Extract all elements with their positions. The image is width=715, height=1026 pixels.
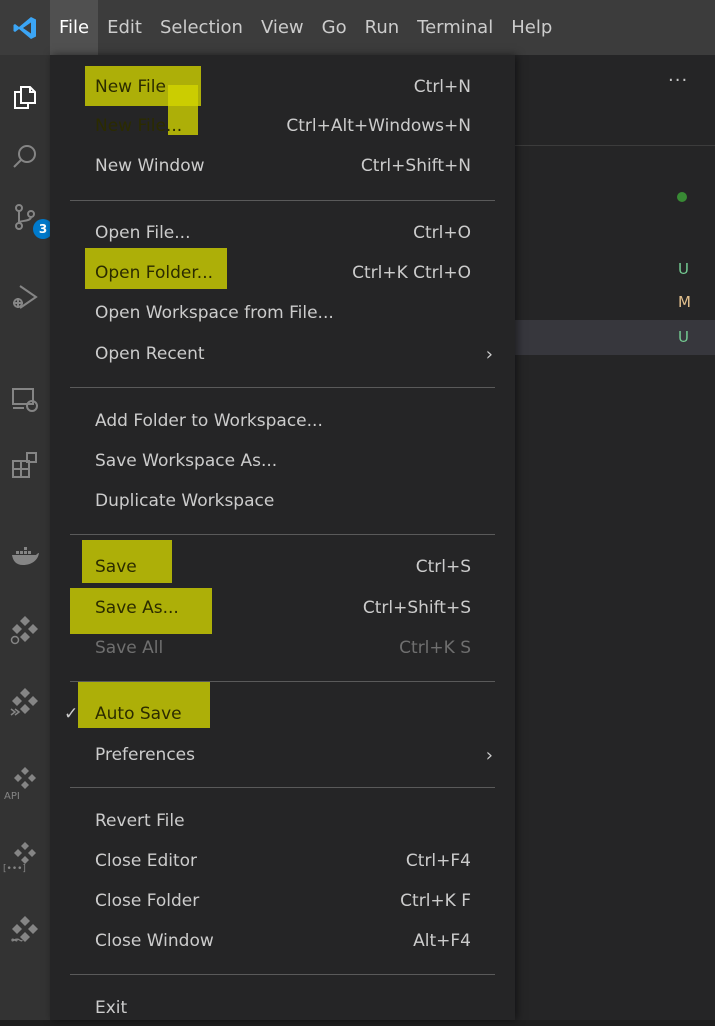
- file-menu-dropdown: New File Ctrl+N New File... Ctrl+Alt+Win…: [50, 55, 515, 1020]
- menu-item-new-file[interactable]: New File Ctrl+N: [50, 69, 515, 105]
- menu-go[interactable]: Go: [313, 0, 356, 55]
- explorer-icon[interactable]: [0, 72, 50, 122]
- menu-item-new-window[interactable]: New Window Ctrl+Shift+N: [50, 148, 515, 184]
- menu-separator: [70, 787, 495, 788]
- api-tool-icon[interactable]: API: [0, 755, 50, 805]
- activity-bar: 3 API [•••]: [0, 55, 53, 1020]
- menu-separator: [70, 387, 495, 388]
- menu-terminal[interactable]: Terminal: [408, 0, 502, 55]
- menu-help[interactable]: Help: [502, 0, 561, 55]
- infinity-tool-icon[interactable]: [0, 905, 50, 955]
- menu-item-save-all[interactable]: Save All Ctrl+K S: [50, 630, 515, 666]
- menu-item-revert-file[interactable]: Revert File: [50, 803, 515, 839]
- brackets-tool-icon[interactable]: [•••]: [0, 830, 50, 880]
- kubernetes-tool-icon[interactable]: [0, 605, 50, 655]
- menu-item-save-workspace-as[interactable]: Save Workspace As...: [50, 443, 515, 479]
- menu-item-save[interactable]: Save Ctrl+S: [50, 549, 515, 585]
- menu-view[interactable]: View: [252, 0, 313, 55]
- menu-item-open-file[interactable]: Open File... Ctrl+O: [50, 215, 515, 251]
- menu-separator: [70, 681, 495, 682]
- docker-icon[interactable]: [0, 530, 50, 580]
- source-control-icon[interactable]: 3: [0, 192, 53, 242]
- menu-item-close-folder[interactable]: Close Folder Ctrl+K F: [50, 883, 515, 919]
- menu-file[interactable]: File: [50, 0, 99, 55]
- modified-dot-icon: [677, 192, 687, 202]
- sidebar-divider: [515, 145, 715, 146]
- menu-item-duplicate-workspace[interactable]: Duplicate Workspace: [50, 483, 515, 519]
- vscode-logo-icon: [0, 0, 50, 55]
- git-status-untracked: U: [678, 260, 689, 278]
- menu-edit[interactable]: Edit: [98, 0, 151, 55]
- api-label: API: [4, 791, 20, 802]
- menu-item-open-folder[interactable]: Open Folder... Ctrl+K Ctrl+O: [50, 255, 515, 291]
- check-icon: ✓: [64, 704, 79, 724]
- submenu-chevron-icon: ›: [485, 744, 493, 766]
- menu-item-exit[interactable]: Exit: [50, 990, 515, 1026]
- menu-separator: [70, 974, 495, 975]
- menu-separator: [70, 200, 495, 201]
- git-status-modified: M: [678, 293, 691, 311]
- submenu-chevron-icon: ›: [485, 343, 493, 365]
- menu-selection[interactable]: Selection: [151, 0, 252, 55]
- menu-item-open-workspace[interactable]: Open Workspace from File...: [50, 295, 515, 331]
- git-status-untracked-selected: U: [678, 328, 689, 346]
- menu-item-close-window[interactable]: Close Window Alt+F4: [50, 923, 515, 959]
- menu-item-auto-save[interactable]: ✓ Auto Save: [50, 696, 515, 732]
- menu-item-new-file-dialog[interactable]: New File... Ctrl+Alt+Windows+N: [50, 108, 515, 144]
- menu-item-open-recent[interactable]: Open Recent ›: [50, 336, 515, 372]
- menu-item-save-as[interactable]: Save As... Ctrl+Shift+S: [50, 590, 515, 626]
- menu-bar: File Edit Selection View Go Run Terminal…: [0, 0, 715, 55]
- menu-item-close-editor[interactable]: Close Editor Ctrl+F4: [50, 843, 515, 879]
- brackets-label: [•••]: [3, 864, 26, 874]
- run-debug-icon[interactable]: [0, 272, 50, 322]
- more-actions-icon[interactable]: ···: [668, 70, 688, 91]
- deploy-tool-icon[interactable]: [0, 677, 50, 727]
- search-icon[interactable]: [0, 132, 50, 182]
- remote-explorer-icon[interactable]: [0, 375, 50, 425]
- menu-run[interactable]: Run: [356, 0, 409, 55]
- extensions-icon[interactable]: [0, 440, 50, 490]
- menu-separator: [70, 534, 495, 535]
- menu-item-add-folder-workspace[interactable]: Add Folder to Workspace...: [50, 403, 515, 439]
- menu-item-preferences[interactable]: Preferences ›: [50, 737, 515, 773]
